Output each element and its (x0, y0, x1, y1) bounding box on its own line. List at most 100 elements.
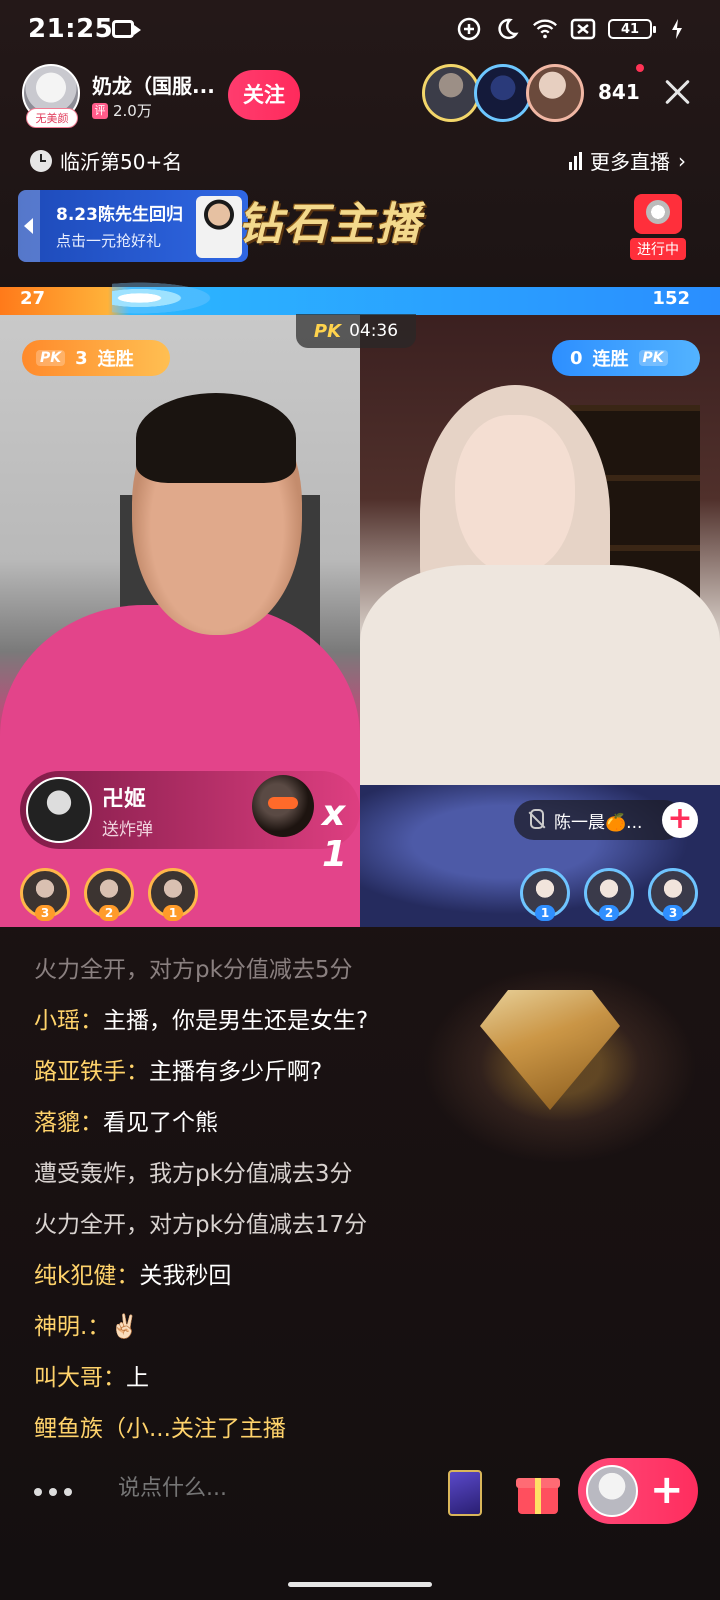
gifter-rank-avatar[interactable]: 3 (20, 868, 70, 921)
pk-right-score: 152 (652, 288, 690, 309)
gift-ribbon (535, 1478, 541, 1514)
pk-timer: PK 04:36 (296, 314, 416, 348)
rank-number: 2 (599, 905, 619, 921)
viewer-avatar[interactable] (474, 64, 532, 122)
join-button[interactable]: + (578, 1458, 698, 1524)
home-indicator[interactable] (288, 1582, 432, 1587)
chat-message: 火力全开，对方pk分值减去17分 (34, 1209, 634, 1260)
pk-timer-value: 04:36 (349, 321, 399, 341)
viewer-count[interactable]: 841 (598, 80, 640, 104)
add-circle-icon (456, 16, 482, 42)
chat-username[interactable]: 纯k犯健： (34, 1263, 139, 1289)
gifter-name: 卍姬 (102, 787, 147, 812)
chat-follow-notice: 鲤鱼族（小...关注了主播 (34, 1416, 286, 1442)
promo-subtitle: 点击一元抢好礼 (56, 232, 162, 250)
guest-name: 陈一晨🍊... (554, 812, 643, 833)
rank-number: 3 (663, 905, 683, 921)
right-win-streak: 0 连胜 PK (552, 340, 700, 376)
close-button[interactable] (662, 76, 694, 108)
status-bar: 21:25 41 (0, 0, 720, 60)
pk-badge-icon: PK (638, 350, 668, 366)
moon-icon (494, 16, 520, 42)
more-live-button[interactable]: 更多直播 › (569, 146, 686, 175)
right-streak-count: 0 (570, 347, 583, 369)
rank-number: 1 (535, 905, 555, 921)
bars-icon (569, 151, 582, 170)
rank-number: 3 (35, 905, 55, 921)
chat-username[interactable]: 路亚铁手： (34, 1059, 149, 1085)
follow-guest-button[interactable]: + (662, 802, 698, 838)
streamer-hair (136, 393, 296, 483)
gifter-avatar[interactable] (26, 777, 92, 843)
guest-info[interactable]: 陈一晨🍊... (514, 800, 684, 840)
more-options-icon[interactable] (34, 1488, 72, 1496)
gifter-rank-avatar[interactable]: 3 (648, 868, 698, 921)
host-badge: 无美颜 (26, 108, 78, 128)
battery-icon: 41 (608, 19, 656, 39)
gift-count: x 1 (322, 793, 348, 875)
bottom-bar: + (0, 1452, 720, 1552)
left-top-gifters: 3 2 1 (20, 868, 198, 921)
activity-icon (634, 194, 682, 234)
plus-icon: + (650, 1467, 684, 1513)
host-followers-count: 2.0万 (113, 102, 152, 120)
no-sim-icon (570, 16, 596, 42)
promo-card[interactable]: 8.23陈先生回归 点击一元抢好礼 (18, 190, 248, 262)
gifter-rank-avatar[interactable]: 1 (520, 868, 570, 921)
clock-icon (30, 149, 52, 172)
top-viewers[interactable] (422, 64, 584, 122)
chat-username[interactable]: 落貔： (34, 1110, 103, 1136)
rank-text: 临沂第50+名 (60, 150, 183, 174)
viewer-avatar[interactable] (526, 64, 584, 122)
more-live-label: 更多直播 (590, 150, 670, 174)
pk-logo: PK (313, 320, 342, 342)
promo-photo (196, 196, 242, 258)
chat-text: 主播有多少斤啊? (149, 1059, 323, 1085)
chat-text: 上 (126, 1365, 149, 1391)
right-streak-label: 连胜 (592, 349, 629, 370)
chat-input[interactable] (118, 1476, 378, 1501)
status-time: 21:25 (28, 14, 114, 44)
chat-message: 遭受轰炸，我方pk分值减去3分 (34, 1158, 634, 1209)
gifter-rank-avatar[interactable]: 2 (84, 868, 134, 921)
chat-text: 看见了个熊 (103, 1110, 218, 1136)
chat-username[interactable]: 神明.： (34, 1314, 110, 1340)
gifter-rank-avatar[interactable]: 1 (148, 868, 198, 921)
bomb-icon (252, 775, 314, 837)
chat-messages[interactable]: 火力全开，对方pk分值减去5分 小瑶：主播，你是男生还是女生? 路亚铁手：主播有… (34, 954, 634, 1464)
status-icons: 41 (456, 16, 690, 42)
chat-message: 落貔：看见了个熊 (34, 1107, 634, 1158)
live-activity-button[interactable]: 进行中 (630, 194, 686, 264)
follow-button[interactable]: 关注 (228, 70, 300, 120)
chat-system-text: 火力全开，对方pk分值减去5分 (34, 957, 353, 983)
rank-number: 1 (163, 905, 183, 921)
pk-left-score: 27 (20, 288, 46, 309)
left-streak-label: 连胜 (97, 349, 134, 370)
left-win-streak: PK 3 连胜 (22, 340, 170, 376)
gift-icon[interactable] (516, 1470, 560, 1514)
gifter-rank-avatar[interactable]: 2 (584, 868, 634, 921)
chat-text: 主播，你是男生还是女生? (103, 1008, 369, 1034)
right-top-gifters: 1 2 3 (520, 868, 698, 921)
pk-flame-icon (112, 280, 222, 316)
gift-notification: 卍姬 送炸弹 x 1 (20, 771, 360, 875)
city-rank[interactable]: 临沂第50+名 (30, 146, 182, 175)
charging-icon (664, 16, 690, 42)
chevron-left-icon[interactable] (18, 190, 40, 262)
live-activity-label: 进行中 (630, 238, 686, 260)
streamer-face (455, 415, 575, 575)
chat-message: 神明.：✌🏻 (34, 1311, 634, 1362)
gift-action: 送炸弹 (102, 820, 153, 840)
rank-number: 2 (99, 905, 119, 921)
viewer-avatar[interactable] (422, 64, 480, 122)
host-name[interactable]: 奶龙（国服... (92, 70, 232, 99)
chat-username[interactable]: 小瑶： (34, 1008, 103, 1034)
pk-score-bar (0, 287, 720, 315)
chat-username[interactable]: 叫大哥： (34, 1365, 126, 1391)
chat-system-text: 火力全开，对方pk分值减去17分 (34, 1212, 368, 1238)
host-followers: 评 2.0万 (92, 100, 152, 121)
card-icon[interactable] (448, 1470, 482, 1516)
chat-message: 纯k犯健：关我秒回 (34, 1260, 634, 1311)
diamond-host-banner: 钻石主播 (238, 199, 422, 250)
pk-badge-icon: PK (36, 350, 66, 366)
